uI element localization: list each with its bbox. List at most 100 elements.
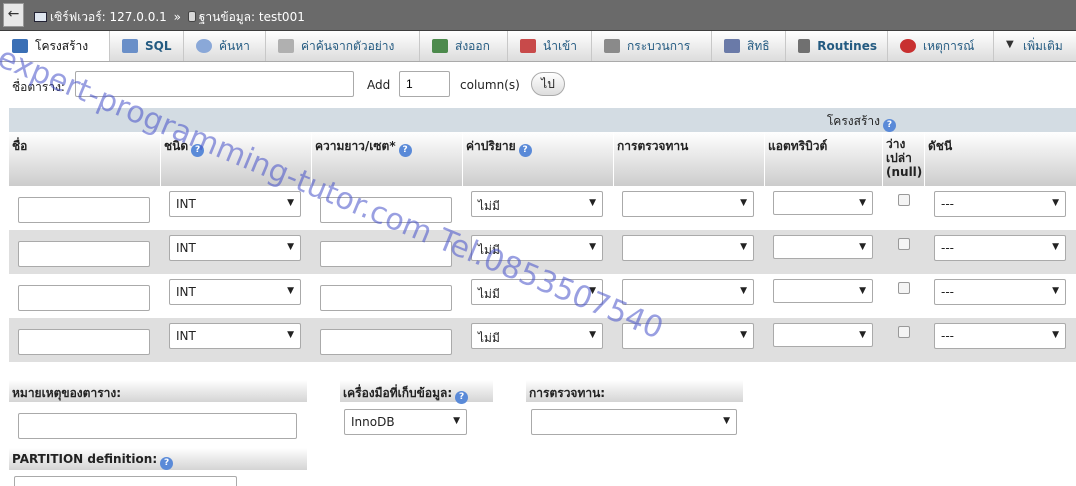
chevron-down-icon: ▼ [287,242,294,252]
breadcrumb-database[interactable]: ฐานข้อมูล: test001 [199,10,305,24]
tab-structure[interactable]: โครงสร้าง [0,31,110,61]
type-select[interactable]: INT ▼ [169,191,301,217]
null-checkbox[interactable] [898,194,910,206]
add-label: Add [367,78,391,92]
index-select[interactable]: --- ▼ [934,235,1066,261]
attributes-select[interactable]: ▼ [773,191,873,215]
wrench-icon [604,39,620,53]
collation-select[interactable]: ▼ [622,235,754,261]
column-name-input[interactable] [18,197,150,223]
chevron-down-icon: ▼ [287,286,294,296]
tab-more[interactable]: ▼ เพิ่มเติม [994,31,1076,61]
column-header-type: ชนิด? [161,132,312,186]
tab-sql[interactable]: SQL [110,31,184,61]
type-select[interactable]: INT ▼ [169,323,301,349]
storage-engine-select[interactable]: InnoDB ▼ [344,409,467,435]
structure-title: โครงสร้าง? [827,112,896,132]
breadcrumb-separator: » [173,10,181,24]
tab-routines[interactable]: Routines [786,31,888,61]
default-select[interactable]: ไม่มี ▼ [471,235,603,261]
table-comments-label: หมายเหตุของตาราง: [9,380,307,402]
default-select[interactable]: ไม่มี ▼ [471,323,603,349]
tab-events[interactable]: เหตุการณ์ [888,31,994,61]
back-button[interactable]: ← [3,3,24,27]
tab-label: นำเข้า [543,38,577,53]
table-name-label: ชื่อตาราง: [12,80,65,94]
index-select[interactable]: --- ▼ [934,323,1066,349]
attributes-select[interactable]: ▼ [773,323,873,347]
table-row: INT ▼ ไม่มี ▼ ▼ ▼ --- ▼ [9,230,1076,274]
chevron-down-icon: ▼ [740,330,747,340]
help-icon[interactable]: ? [160,457,174,470]
help-icon[interactable]: ? [398,144,412,157]
default-select[interactable]: ไม่มี ▼ [471,191,603,217]
tab-operations[interactable]: กระบวนการ [592,31,712,61]
table-row: INT ▼ ไม่มี ▼ ▼ ▼ --- ▼ [9,318,1076,362]
column-header-index: ดัชนี [925,132,1076,186]
length-input[interactable] [320,285,452,311]
column-header-attributes: แอตทริบิวต์ [765,132,883,186]
chevron-down-icon: ▼ [723,416,730,426]
default-select[interactable]: ไม่มี ▼ [471,279,603,305]
column-header-collation: การตรวจทาน [614,132,765,186]
collation-select[interactable]: ▼ [622,191,754,217]
chevron-down-icon: ▼ [740,242,747,252]
help-icon[interactable]: ? [883,119,896,132]
null-checkbox[interactable] [898,326,910,338]
type-select[interactable]: INT ▼ [169,279,301,305]
type-select[interactable]: INT ▼ [169,235,301,261]
chevron-down-icon: ▼ [1052,330,1059,340]
help-icon[interactable]: ? [455,391,469,404]
chevron-down-icon: ▼ [740,286,747,296]
chevron-down-icon: ▼ [1006,39,1014,50]
table-collation-label: การตรวจทาน: [526,380,743,402]
chevron-down-icon: ▼ [859,242,866,252]
tab-export[interactable]: ส่งออก [420,31,508,61]
attributes-select[interactable]: ▼ [773,279,873,303]
length-input[interactable] [320,197,452,223]
chevron-down-icon: ▼ [589,242,596,252]
index-select[interactable]: --- ▼ [934,279,1066,305]
go-button[interactable]: ไป [531,72,565,96]
chevron-down-icon: ▼ [589,198,596,208]
tab-search[interactable]: ค้นหา [184,31,266,61]
column-name-input[interactable] [18,285,150,311]
chevron-down-icon: ▼ [859,330,866,340]
table-collation-select[interactable]: ▼ [531,409,737,435]
chevron-down-icon: ▼ [287,198,294,208]
tab-query[interactable]: ค่าค้นจากตัวอย่าง [266,31,420,61]
length-input[interactable] [320,241,452,267]
tab-label: สิทธิ [747,38,770,53]
breadcrumb-bar: ← เซิร์ฟเวอร์: 127.0.0.1 » ฐานข้อมูล: te… [0,0,1076,31]
tab-privileges[interactable]: สิทธิ [712,31,786,61]
partition-definition-input[interactable] [14,476,237,486]
tab-label: กระบวนการ [627,38,691,53]
table-name-input[interactable] [75,71,354,97]
null-checkbox[interactable] [898,238,910,250]
chevron-down-icon: ▼ [1052,242,1059,252]
length-input[interactable] [320,329,452,355]
collation-select[interactable]: ▼ [622,279,754,305]
table-comments-input[interactable] [18,413,297,439]
index-select[interactable]: --- ▼ [934,191,1066,217]
table-name-row: ชื่อตาราง: Add column(s) ไป [12,70,572,98]
help-icon[interactable]: ? [191,144,205,157]
privileges-icon [724,39,740,53]
attributes-select[interactable]: ▼ [773,235,873,259]
null-checkbox[interactable] [898,282,910,294]
column-name-input[interactable] [18,241,150,267]
add-columns-count-input[interactable] [399,71,450,97]
clock-icon [900,39,916,53]
column-header-null: ว่าง เปล่า (null) [883,132,925,186]
tab-import[interactable]: นำเข้า [508,31,592,61]
chevron-down-icon: ▼ [287,330,294,340]
help-icon[interactable]: ? [518,144,532,157]
table-row: INT ▼ ไม่มี ▼ ▼ ▼ --- ▼ [9,186,1076,230]
collation-select[interactable]: ▼ [622,323,754,349]
breadcrumb-server[interactable]: เซิร์ฟเวอร์: 127.0.0.1 [50,10,167,24]
column-name-input[interactable] [18,329,150,355]
query-icon [278,39,294,53]
tab-label: เหตุการณ์ [923,38,975,53]
chevron-down-icon: ▼ [1052,198,1059,208]
structure-header: โครงสร้าง? [9,108,1076,132]
